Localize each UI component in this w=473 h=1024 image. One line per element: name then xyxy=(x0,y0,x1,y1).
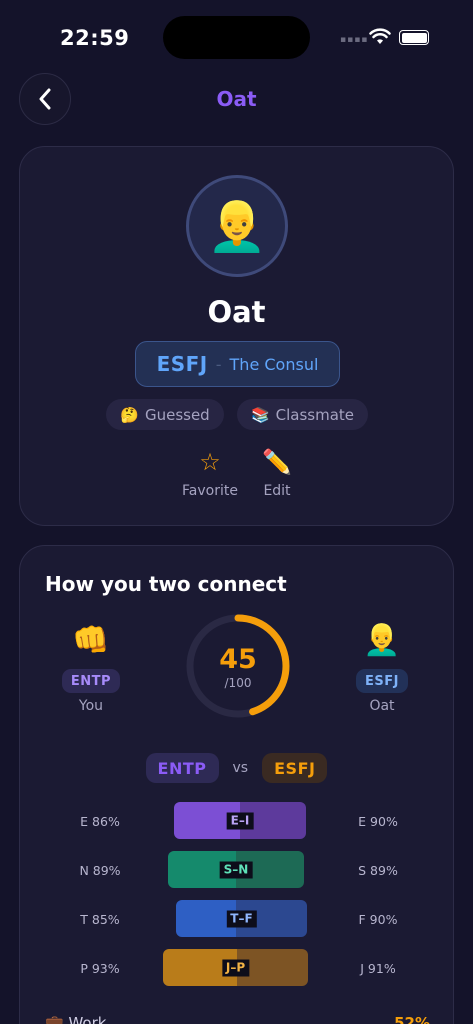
avatar: 👱‍♂️ xyxy=(186,175,288,277)
dimension-left-value: N 89% xyxy=(79,863,121,878)
dimension-left-value: T 85% xyxy=(80,912,120,927)
type-separator: - xyxy=(215,354,222,374)
person-them: 👱‍♂️ ESFJ Oat xyxy=(342,623,422,714)
work-value: 52% xyxy=(394,1014,430,1024)
profile-card: 👱‍♂️ Oat ESFJ - The Consul 🤔 Guessed 📚 C… xyxy=(19,146,454,526)
tag-classmate[interactable]: 📚 Classmate xyxy=(237,399,368,430)
dimension-left-value: E 86% xyxy=(80,814,120,829)
dimension-bar: S–N xyxy=(168,851,304,888)
dimension-bar: T–F xyxy=(176,900,307,937)
dimension-right-value: S 89% xyxy=(358,863,398,878)
fist-icon: 👊 xyxy=(72,623,110,658)
books-icon: 📚 xyxy=(250,405,270,424)
cellular-signal-icon: ▪▪▪▪ xyxy=(340,35,369,45)
battery-icon xyxy=(399,30,429,45)
type-code: ESFJ xyxy=(156,352,208,376)
dimension-right-value: E 90% xyxy=(358,814,398,829)
edit-label: Edit xyxy=(263,483,291,499)
person-icon: 👱‍♂️ xyxy=(363,623,401,658)
person-you: 👊 ENTP You xyxy=(51,623,131,714)
dimension-label: E–I xyxy=(226,812,254,829)
status-bar: 22:59 ▪▪▪▪ xyxy=(0,0,473,70)
vs-right-type: ESFJ xyxy=(262,753,328,783)
type-name: The Consul xyxy=(229,354,319,374)
dimension-bar: J–P xyxy=(163,949,308,986)
page-title: Oat xyxy=(216,87,257,111)
tag-label: Guessed xyxy=(144,405,210,424)
dimension-row: P 93% J–P J 91% xyxy=(20,949,453,989)
versus-row: ENTP vs ESFJ xyxy=(20,753,453,783)
you-type-badge: ENTP xyxy=(61,669,121,693)
dimension-right-value: F 90% xyxy=(358,912,398,927)
edit-button[interactable]: ✏️ Edit xyxy=(242,447,312,499)
dimension-row: T 85% T–F F 90% xyxy=(20,900,453,940)
section-title: How you two connect xyxy=(45,572,287,596)
wifi-icon xyxy=(369,28,391,44)
star-icon: ☆ xyxy=(199,448,221,476)
tag-guessed[interactable]: 🤔 Guessed xyxy=(106,399,224,430)
work-compatibility-row: 💼 Work 52% xyxy=(45,1014,430,1024)
vs-label: vs xyxy=(232,760,249,776)
dimension-bar: E–I xyxy=(174,802,306,839)
work-label: 💼 Work xyxy=(45,1014,106,1024)
briefcase-icon: 💼 xyxy=(45,1014,64,1024)
dimension-right-value: J 91% xyxy=(360,961,396,976)
dimension-label: S–N xyxy=(219,861,253,878)
thinking-face-icon: 🤔 xyxy=(120,405,139,424)
profile-name: Oat xyxy=(207,295,266,329)
score-max: /100 xyxy=(224,676,252,690)
you-label: You xyxy=(78,698,104,714)
dimension-row: E 86% E–I E 90% xyxy=(20,802,453,842)
dimension-label: T–F xyxy=(226,910,257,927)
status-time: 22:59 xyxy=(60,26,130,50)
compatibility-card: How you two connect 👊 ENTP You 45 /100 👱… xyxy=(19,545,454,1024)
personality-type-pill[interactable]: ESFJ - The Consul xyxy=(135,341,340,387)
dimension-row: N 89% S–N S 89% xyxy=(20,851,453,891)
dynamic-island xyxy=(163,16,310,59)
them-label: Oat xyxy=(369,698,395,714)
favorite-label: Favorite xyxy=(182,483,238,499)
vs-left-type: ENTP xyxy=(145,753,219,783)
tag-label: Classmate xyxy=(275,405,355,424)
compatibility-score: 45 xyxy=(219,644,257,675)
pencil-icon: ✏️ xyxy=(262,448,292,476)
dimension-label: J–P xyxy=(221,959,250,976)
favorite-button[interactable]: ☆ Favorite xyxy=(175,447,245,499)
them-type-badge: ESFJ xyxy=(356,669,408,693)
dimension-left-value: P 93% xyxy=(80,961,120,976)
